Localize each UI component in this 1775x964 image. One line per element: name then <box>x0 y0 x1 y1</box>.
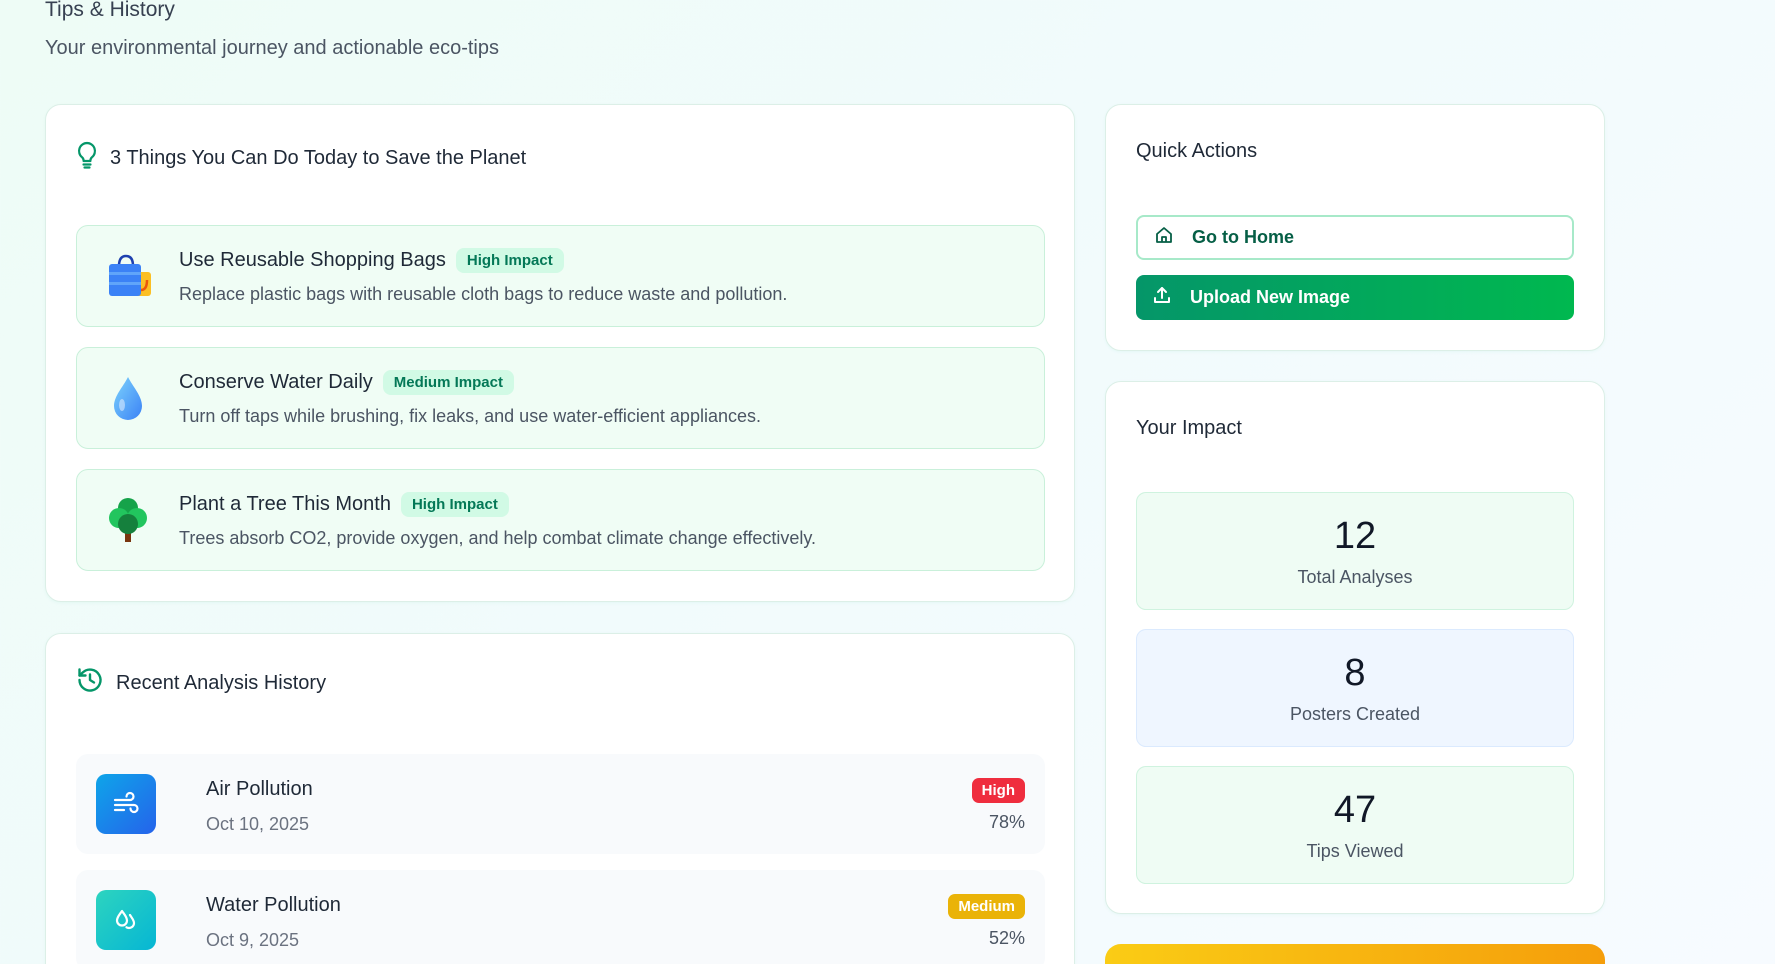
water-drop-icon <box>101 372 155 426</box>
history-card: Recent Analysis History Air Pollution Oc… <box>45 633 1075 964</box>
history-date: Oct 10, 2025 <box>206 814 310 834</box>
tips-card-header: 3 Things You Can Do Today to Save the Pl… <box>76 141 526 175</box>
tips-card: 3 Things You Can Do Today to Save the Pl… <box>45 104 1075 602</box>
stat-label: Tips Viewed <box>1306 841 1404 861</box>
tip-description: Turn off taps while brushing, fix leaks,… <box>179 406 761 426</box>
tip-description: Trees absorb CO2, provide oxygen, and he… <box>179 528 817 548</box>
tip-description: Replace plastic bags with reusable cloth… <box>179 284 788 304</box>
upload-new-image-button[interactable]: Upload New Image <box>1136 275 1574 320</box>
upload-new-image-label: Upload New Image <box>1190 287 1351 307</box>
stat-tips-viewed: 47 Tips Viewed <box>1136 766 1574 884</box>
tip-item-reusable-bags: Use Reusable Shopping Bags High Impact R… <box>76 225 1045 327</box>
tip-title: Use Reusable Shopping Bags <box>179 249 446 271</box>
wind-icon <box>96 774 156 834</box>
promo-card <box>1105 944 1605 964</box>
tips-title: 3 Things You Can Do Today to Save the Pl… <box>110 146 527 169</box>
quick-actions-card: Quick Actions Go to Home Upload New Imag… <box>1105 104 1605 351</box>
stat-label: Posters Created <box>1289 704 1421 724</box>
go-to-home-label: Go to Home <box>1192 227 1294 247</box>
history-name: Air Pollution <box>206 778 313 800</box>
stat-label: Total Analyses <box>1297 567 1413 587</box>
lightbulb-icon <box>76 141 98 175</box>
history-name: Water Pollution <box>206 894 341 916</box>
shopping-bags-icon <box>101 250 155 304</box>
stat-posters-created: 8 Posters Created <box>1136 629 1574 747</box>
tip-title: Conserve Water Daily <box>179 371 373 393</box>
impact-badge: Medium Impact <box>382 370 514 395</box>
severity-badge: High <box>971 778 1025 803</box>
page-title: Tips & History <box>45 0 175 21</box>
stat-value: 8 <box>1344 652 1366 694</box>
history-percent: 78% <box>988 812 1025 832</box>
tree-icon <box>101 494 155 548</box>
severity-badge: Medium <box>948 894 1025 919</box>
droplets-icon <box>96 890 156 950</box>
stat-value: 47 <box>1333 789 1377 831</box>
stat-total-analyses: 12 Total Analyses <box>1136 492 1574 610</box>
tip-item-plant-tree: Plant a Tree This Month High Impact Tree… <box>76 469 1045 571</box>
history-row-water-pollution[interactable]: Water Pollution Oct 9, 2025 Medium 52% <box>76 870 1045 964</box>
page-subtitle: Your environmental journey and actionabl… <box>45 37 499 59</box>
history-date: Oct 9, 2025 <box>206 930 300 950</box>
home-icon <box>1154 225 1174 250</box>
page-header: Tips & History Your environmental journe… <box>45 0 499 60</box>
impact-title: Your Impact <box>1136 417 1242 439</box>
impact-badge: High Impact <box>455 248 564 273</box>
history-row-air-pollution[interactable]: Air Pollution Oct 10, 2025 High 78% <box>76 754 1045 854</box>
impact-badge: High Impact <box>400 492 509 517</box>
history-percent: 52% <box>988 928 1025 948</box>
history-card-header: Recent Analysis History <box>76 666 326 700</box>
stat-value: 12 <box>1333 515 1377 557</box>
history-icon <box>76 666 104 700</box>
quick-actions-title: Quick Actions <box>1136 140 1258 162</box>
history-title: Recent Analysis History <box>116 671 327 694</box>
upload-icon <box>1152 285 1172 310</box>
tip-title: Plant a Tree This Month <box>179 493 391 515</box>
impact-card: Your Impact 12 Total Analyses 8 Posters … <box>1105 381 1605 914</box>
go-to-home-button[interactable]: Go to Home <box>1136 215 1574 260</box>
tip-item-conserve-water: Conserve Water Daily Medium Impact Turn … <box>76 347 1045 449</box>
